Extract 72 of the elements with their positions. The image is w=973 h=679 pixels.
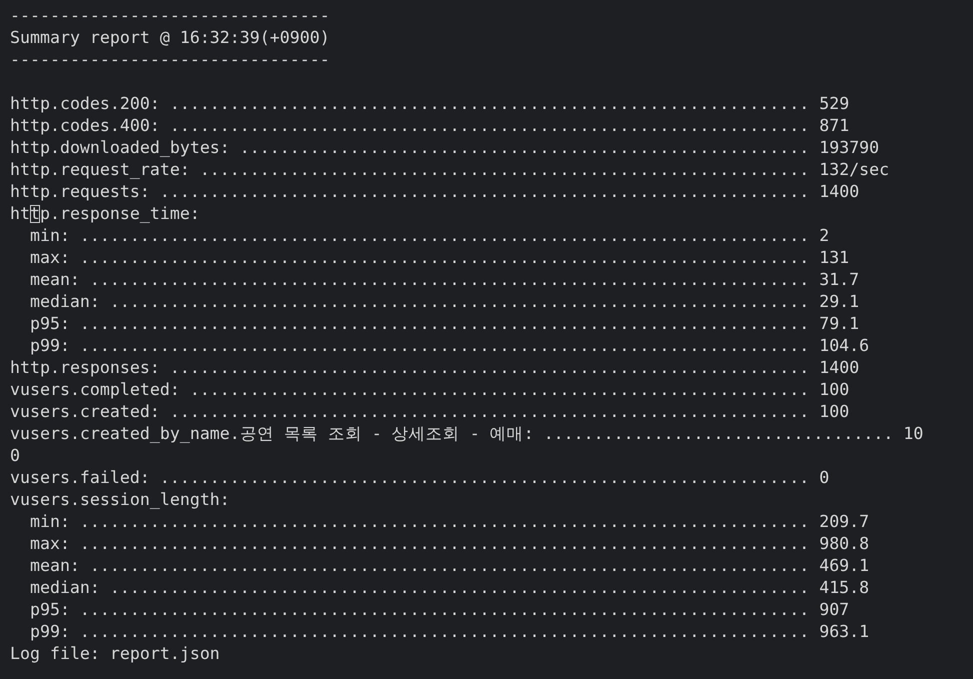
metric-value: 469.1 — [819, 555, 870, 577]
metric-label: http.codes.400: — [10, 115, 160, 137]
metric-label: median: — [30, 291, 100, 313]
output-text: Log file: report.json — [10, 643, 220, 665]
metric-label: http.request_rate: — [10, 159, 190, 181]
leader-dots: ......................................................................... — [80, 313, 810, 335]
metric-value: 980.8 — [819, 533, 870, 555]
metric-value: 100 — [819, 379, 850, 401]
metric-label: vusers.created: — [10, 401, 160, 423]
leader-dots: ......................................................................... — [80, 599, 810, 621]
metric-label: vusers.created_by_name.공연 목록 조회 - 상세조회 - 예매: — [10, 423, 534, 445]
leader-dots: ............................................................. — [200, 159, 810, 181]
metric-label: http.responses: — [10, 357, 160, 379]
metric-value: 529 — [819, 93, 850, 115]
metric-label: mean: — [30, 269, 80, 291]
leader-dots: ................................................................ — [170, 115, 810, 137]
divider-line: -------------------------------- — [10, 49, 330, 71]
leader-dots: ......................................................................... — [80, 511, 810, 533]
metric-label: min: — [30, 225, 70, 247]
leader-dots: ......................................................................... — [80, 621, 810, 643]
metric-value: 100 — [819, 401, 850, 423]
metric-value: 29.1 — [819, 291, 860, 313]
metric-value: 2 — [819, 225, 830, 247]
leader-dots: ......................................................................... — [80, 225, 810, 247]
leader-dots: .............................................................. — [190, 379, 810, 401]
leader-dots: ......................................................................... — [80, 533, 810, 555]
metric-label: http.downloaded_bytes: — [10, 137, 230, 159]
metric-value: 132/sec — [819, 159, 890, 181]
leader-dots: ................................... — [544, 423, 894, 445]
metric-value: 79.1 — [819, 313, 860, 335]
metric-value: 31.7 — [819, 269, 860, 291]
leader-dots: ........................................................................ — [90, 555, 810, 577]
leader-dots: ......................................................... — [240, 137, 810, 159]
metric-label: p95: — [30, 313, 70, 335]
leader-dots: ................................................................ — [170, 401, 810, 423]
metric-label: median: — [30, 577, 100, 599]
metric-value: 104.6 — [819, 335, 870, 357]
metric-label: min: — [30, 511, 70, 533]
group-label: vusers.session_length: — [10, 490, 230, 509]
metric-value: 1400 — [819, 181, 860, 203]
metric-value: 131 — [819, 247, 850, 269]
metric-label: vusers.completed: — [10, 379, 180, 401]
metric-value: 871 — [819, 115, 850, 137]
metric-value: 1400 — [819, 357, 860, 379]
leader-dots: ................................................................. — [160, 181, 810, 203]
metric-value: 415.8 — [819, 577, 870, 599]
metric-value: 209.7 — [819, 511, 870, 533]
metric-value: 193790 — [819, 137, 880, 159]
metric-value: 10 — [903, 423, 924, 445]
leader-dots: ................................................................ — [170, 93, 810, 115]
leader-dots: ...................................................................... — [110, 577, 810, 599]
metric-label: max: — [30, 247, 70, 269]
metric-value: 963.1 — [819, 621, 870, 643]
leader-dots: ...................................................................... — [110, 291, 810, 313]
divider-line: -------------------------------- — [10, 5, 330, 27]
output-text: Summary report @ 16:32:39(+0900) — [10, 27, 330, 49]
metric-value: 0 — [819, 467, 830, 489]
metric-label: max: — [30, 533, 70, 555]
metric-label: p99: — [30, 335, 70, 357]
metric-label: p95: — [30, 599, 70, 621]
output-text: 0 — [10, 445, 20, 467]
metric-label: p99: — [30, 621, 70, 643]
metric-label: http.codes.200: — [10, 93, 160, 115]
metric-label: http.requests: — [10, 181, 150, 203]
metric-label: mean: — [30, 555, 80, 577]
leader-dots: ................................................................. — [160, 467, 810, 489]
metric-label: vusers.failed: — [10, 467, 150, 489]
leader-dots: ......................................................................... — [80, 335, 810, 357]
metric-value: 907 — [819, 599, 850, 621]
leader-dots: ................................................................ — [170, 357, 810, 379]
leader-dots: ......................................................................... — [80, 247, 810, 269]
leader-dots: ........................................................................ — [90, 269, 810, 291]
